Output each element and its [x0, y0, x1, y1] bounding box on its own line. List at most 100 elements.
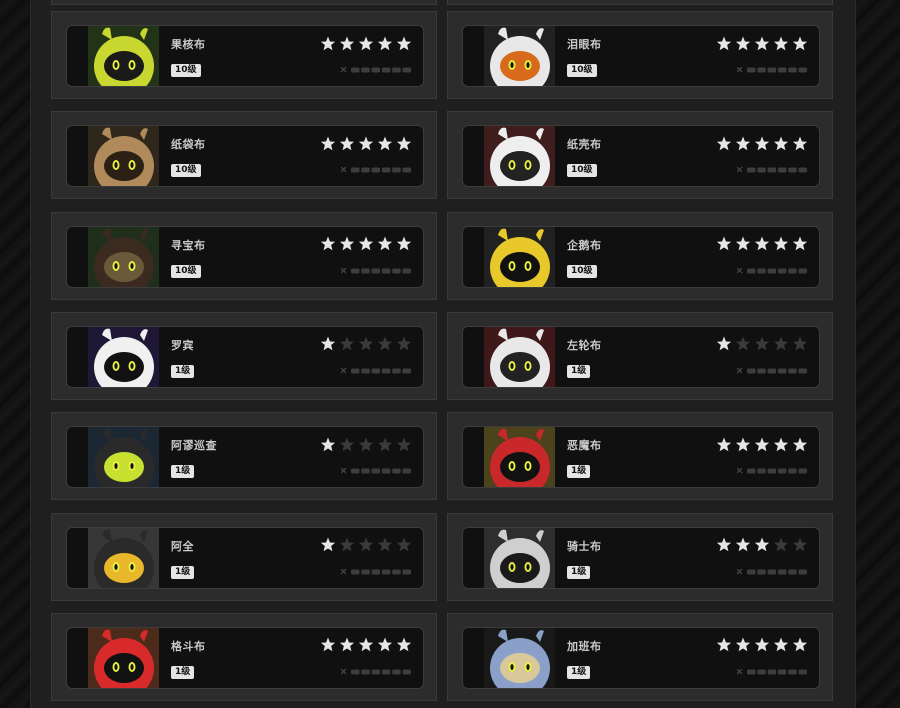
progress-dots-icon [341, 468, 413, 474]
progress-dots-icon [737, 67, 809, 73]
bangboo-card-13[interactable]: 格斗布 1级 [51, 612, 437, 701]
bangboo-card-5[interactable]: 寻宝布 10级 [51, 211, 437, 300]
star-icon [318, 134, 337, 153]
bangboo-card-3[interactable]: 纸袋布 10级 [51, 111, 437, 200]
star-rating [714, 34, 809, 52]
bangboo-card-6[interactable]: 企鹅布 10级 [447, 211, 833, 300]
star-icon [714, 34, 733, 53]
overtime-bangboo-portrait [484, 627, 555, 688]
bangboo-card-7[interactable]: 罗宾 1级 [51, 311, 437, 400]
bangboo-card-11[interactable]: 阿全 1级 [51, 512, 437, 601]
bangboo-name: 泪眼布 [567, 38, 602, 51]
bangboo-list-panel: 果核布 10级 泪眼布 10级 纸袋布 10级 纸壳布 10级 寻宝布 10级 … [30, 0, 856, 708]
star-icon [771, 335, 790, 354]
star-icon [771, 536, 790, 555]
star-icon [771, 34, 790, 53]
bangboo-card-14[interactable]: 加班布 1级 [447, 612, 833, 701]
bangboo-level-badge: 1级 [171, 565, 195, 579]
knight-bangboo-portrait [484, 527, 555, 588]
bangboo-card-2[interactable]: 泪眼布 10级 [447, 11, 833, 99]
star-icon [337, 34, 356, 53]
paper-shell-bangboo-portrait [484, 126, 555, 187]
star-icon [752, 536, 771, 555]
star-icon [375, 235, 394, 254]
bangboo-card-9[interactable]: 阿谬巡查 1级 [51, 412, 437, 501]
star-icon [337, 335, 356, 354]
bangboo-name: 阿谬巡查 [171, 439, 217, 453]
background-right [854, 0, 900, 708]
star-rating [714, 335, 809, 353]
bangboo-card-inner: 寻宝布 10级 [66, 225, 424, 288]
star-icon [394, 235, 413, 254]
star-icon [337, 636, 356, 655]
yellow-round-bangboo-portrait [88, 26, 159, 86]
bangboo-card-inner: 恶魔布 1级 [462, 426, 820, 489]
bangboo-card-inner: 左轮布 1级 [462, 325, 820, 388]
star-icon [790, 536, 809, 555]
star-icon [752, 134, 771, 153]
hardhat-bangboo-portrait [88, 527, 159, 588]
star-icon [790, 34, 809, 53]
bangboo-name: 纸袋布 [171, 138, 206, 152]
bangboo-name: 寻宝布 [171, 238, 206, 252]
progress-dots-icon [341, 668, 413, 675]
penguin-bangboo-portrait [484, 226, 555, 287]
star-icon [318, 235, 337, 254]
star-icon [375, 335, 394, 354]
bangboo-level-badge: 1级 [171, 665, 195, 679]
bangboo-level-badge: 10级 [171, 164, 201, 178]
star-icon [356, 636, 375, 655]
bangboo-name: 企鹅布 [567, 238, 602, 252]
star-icon [733, 235, 752, 254]
star-icon [771, 134, 790, 153]
previous-card-edge [51, 0, 437, 5]
progress-dots-icon [341, 167, 413, 173]
bangboo-level-badge: 10级 [567, 264, 597, 278]
star-icon [790, 435, 809, 454]
bangboo-card-8[interactable]: 左轮布 1级 [447, 311, 833, 400]
star-icon [375, 435, 394, 454]
star-icon [394, 34, 413, 53]
star-icon [752, 636, 771, 655]
star-icon [318, 636, 337, 655]
star-icon [733, 134, 752, 153]
bangboo-level-badge: 10级 [567, 164, 597, 178]
bangboo-name: 阿全 [171, 539, 194, 553]
star-icon [356, 536, 375, 555]
bangboo-level-badge: 1级 [567, 665, 591, 679]
bangboo-card-10[interactable]: 恶魔布 1级 [447, 412, 833, 501]
bangboo-name: 恶魔布 [567, 439, 602, 453]
bangboo-card-inner: 企鹅布 10级 [462, 225, 820, 288]
star-icon [771, 435, 790, 454]
bangboo-level-badge: 10级 [171, 264, 201, 278]
bangboo-card-inner: 果核布 10级 [66, 25, 424, 87]
bangboo-level-badge: 10级 [171, 64, 201, 77]
star-rating [714, 134, 809, 152]
bangboo-level-badge: 1级 [567, 565, 591, 579]
previous-card-edge [447, 0, 833, 5]
bangboo-card-12[interactable]: 骑士布 1级 [447, 512, 833, 601]
star-rating [318, 335, 413, 353]
star-icon [337, 134, 356, 153]
bangboo-card-4[interactable]: 纸壳布 10级 [447, 111, 833, 200]
star-icon [356, 335, 375, 354]
robin-bangboo-portrait [88, 326, 159, 387]
progress-dots-icon [341, 367, 413, 374]
star-icon [714, 636, 733, 655]
bangboo-level-badge: 1级 [567, 465, 591, 479]
star-rating [318, 636, 413, 654]
star-icon [790, 235, 809, 254]
star-icon [394, 636, 413, 655]
patrol-bangboo-portrait [88, 427, 159, 488]
bangboo-name: 骑士布 [567, 539, 602, 553]
bangboo-card-inner: 纸壳布 10级 [462, 125, 820, 188]
bangboo-card-1[interactable]: 果核布 10级 [51, 11, 437, 99]
bangboo-level-badge: 10级 [567, 64, 597, 77]
goggles-bangboo-portrait [484, 26, 555, 86]
star-icon [337, 435, 356, 454]
treasure-hat-bangboo-portrait [88, 226, 159, 287]
star-rating [318, 134, 413, 152]
star-icon [356, 134, 375, 153]
bangboo-level-badge: 1级 [567, 364, 591, 378]
star-icon [771, 636, 790, 655]
